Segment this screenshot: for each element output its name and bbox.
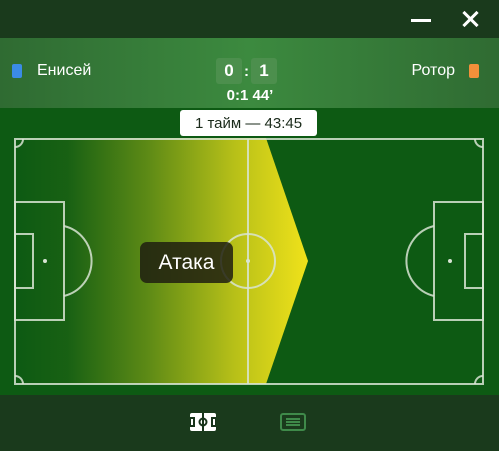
right-penalty-spot <box>448 259 452 263</box>
away-team-name: Ротор <box>411 62 455 79</box>
left-penalty-spot <box>43 259 47 263</box>
scoreboard: Енисей 0 : 1 0:1 44’ Ротор <box>0 38 499 108</box>
away-team-color-marker <box>469 64 479 78</box>
minimize-icon <box>411 19 431 22</box>
match-widget: Енисей 0 : 1 0:1 44’ Ротор 1 тайм — 43:4… <box>0 0 499 451</box>
last-goal-info: 0:1 44’ <box>226 87 274 104</box>
text-view-tab[interactable] <box>280 411 306 433</box>
away-team: Ротор <box>412 62 479 80</box>
minimize-button[interactable] <box>410 9 432 31</box>
home-team-name: Енисей <box>37 62 92 79</box>
pitch-drawing <box>14 138 484 385</box>
score-separator: : <box>244 62 249 80</box>
field-view-tab[interactable] <box>189 411 217 433</box>
pitch <box>0 108 499 395</box>
center-spot <box>246 259 250 263</box>
score: 0 : 1 <box>216 58 277 84</box>
period-time-badge: 1 тайм — 43:45 <box>180 110 317 136</box>
close-button[interactable] <box>460 9 482 31</box>
home-team-color-marker <box>12 64 22 78</box>
window-titlebar <box>0 0 499 38</box>
field-icon <box>189 413 217 431</box>
event-label: Атака <box>140 242 233 283</box>
home-score: 0 <box>216 58 242 84</box>
view-tabs <box>0 395 499 451</box>
home-team: Енисей <box>12 62 91 80</box>
list-icon <box>280 413 306 431</box>
away-score: 1 <box>251 58 277 84</box>
